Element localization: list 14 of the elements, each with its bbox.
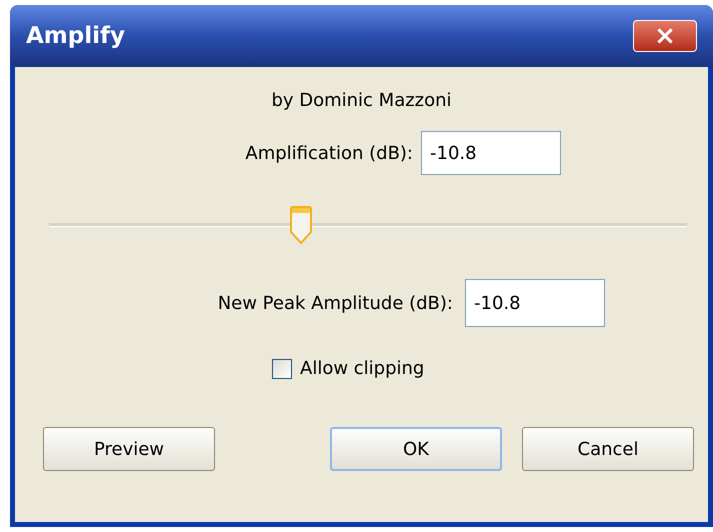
amplification-field[interactable]: -10.8 [421, 131, 561, 175]
window-title: Amplify [26, 22, 125, 51]
close-button[interactable]: × [633, 20, 697, 52]
author-text: by Dominic Mazzoni [271, 89, 452, 113]
slider-thumb[interactable] [290, 206, 312, 244]
slider[interactable] [49, 206, 687, 244]
new-peak-label: New Peak Amplitude (dB): [216, 292, 453, 316]
preview-button[interactable]: Preview [43, 427, 215, 471]
allow-clipping-label: Allow clipping [300, 357, 424, 381]
cancel-button[interactable]: Cancel [522, 427, 694, 471]
amplification-label: Amplification (dB): [244, 142, 413, 166]
new-peak-field[interactable]: -10.8 [465, 279, 605, 327]
allow-clipping-checkbox[interactable] [272, 358, 292, 378]
ok-button[interactable]: OK [330, 427, 502, 471]
